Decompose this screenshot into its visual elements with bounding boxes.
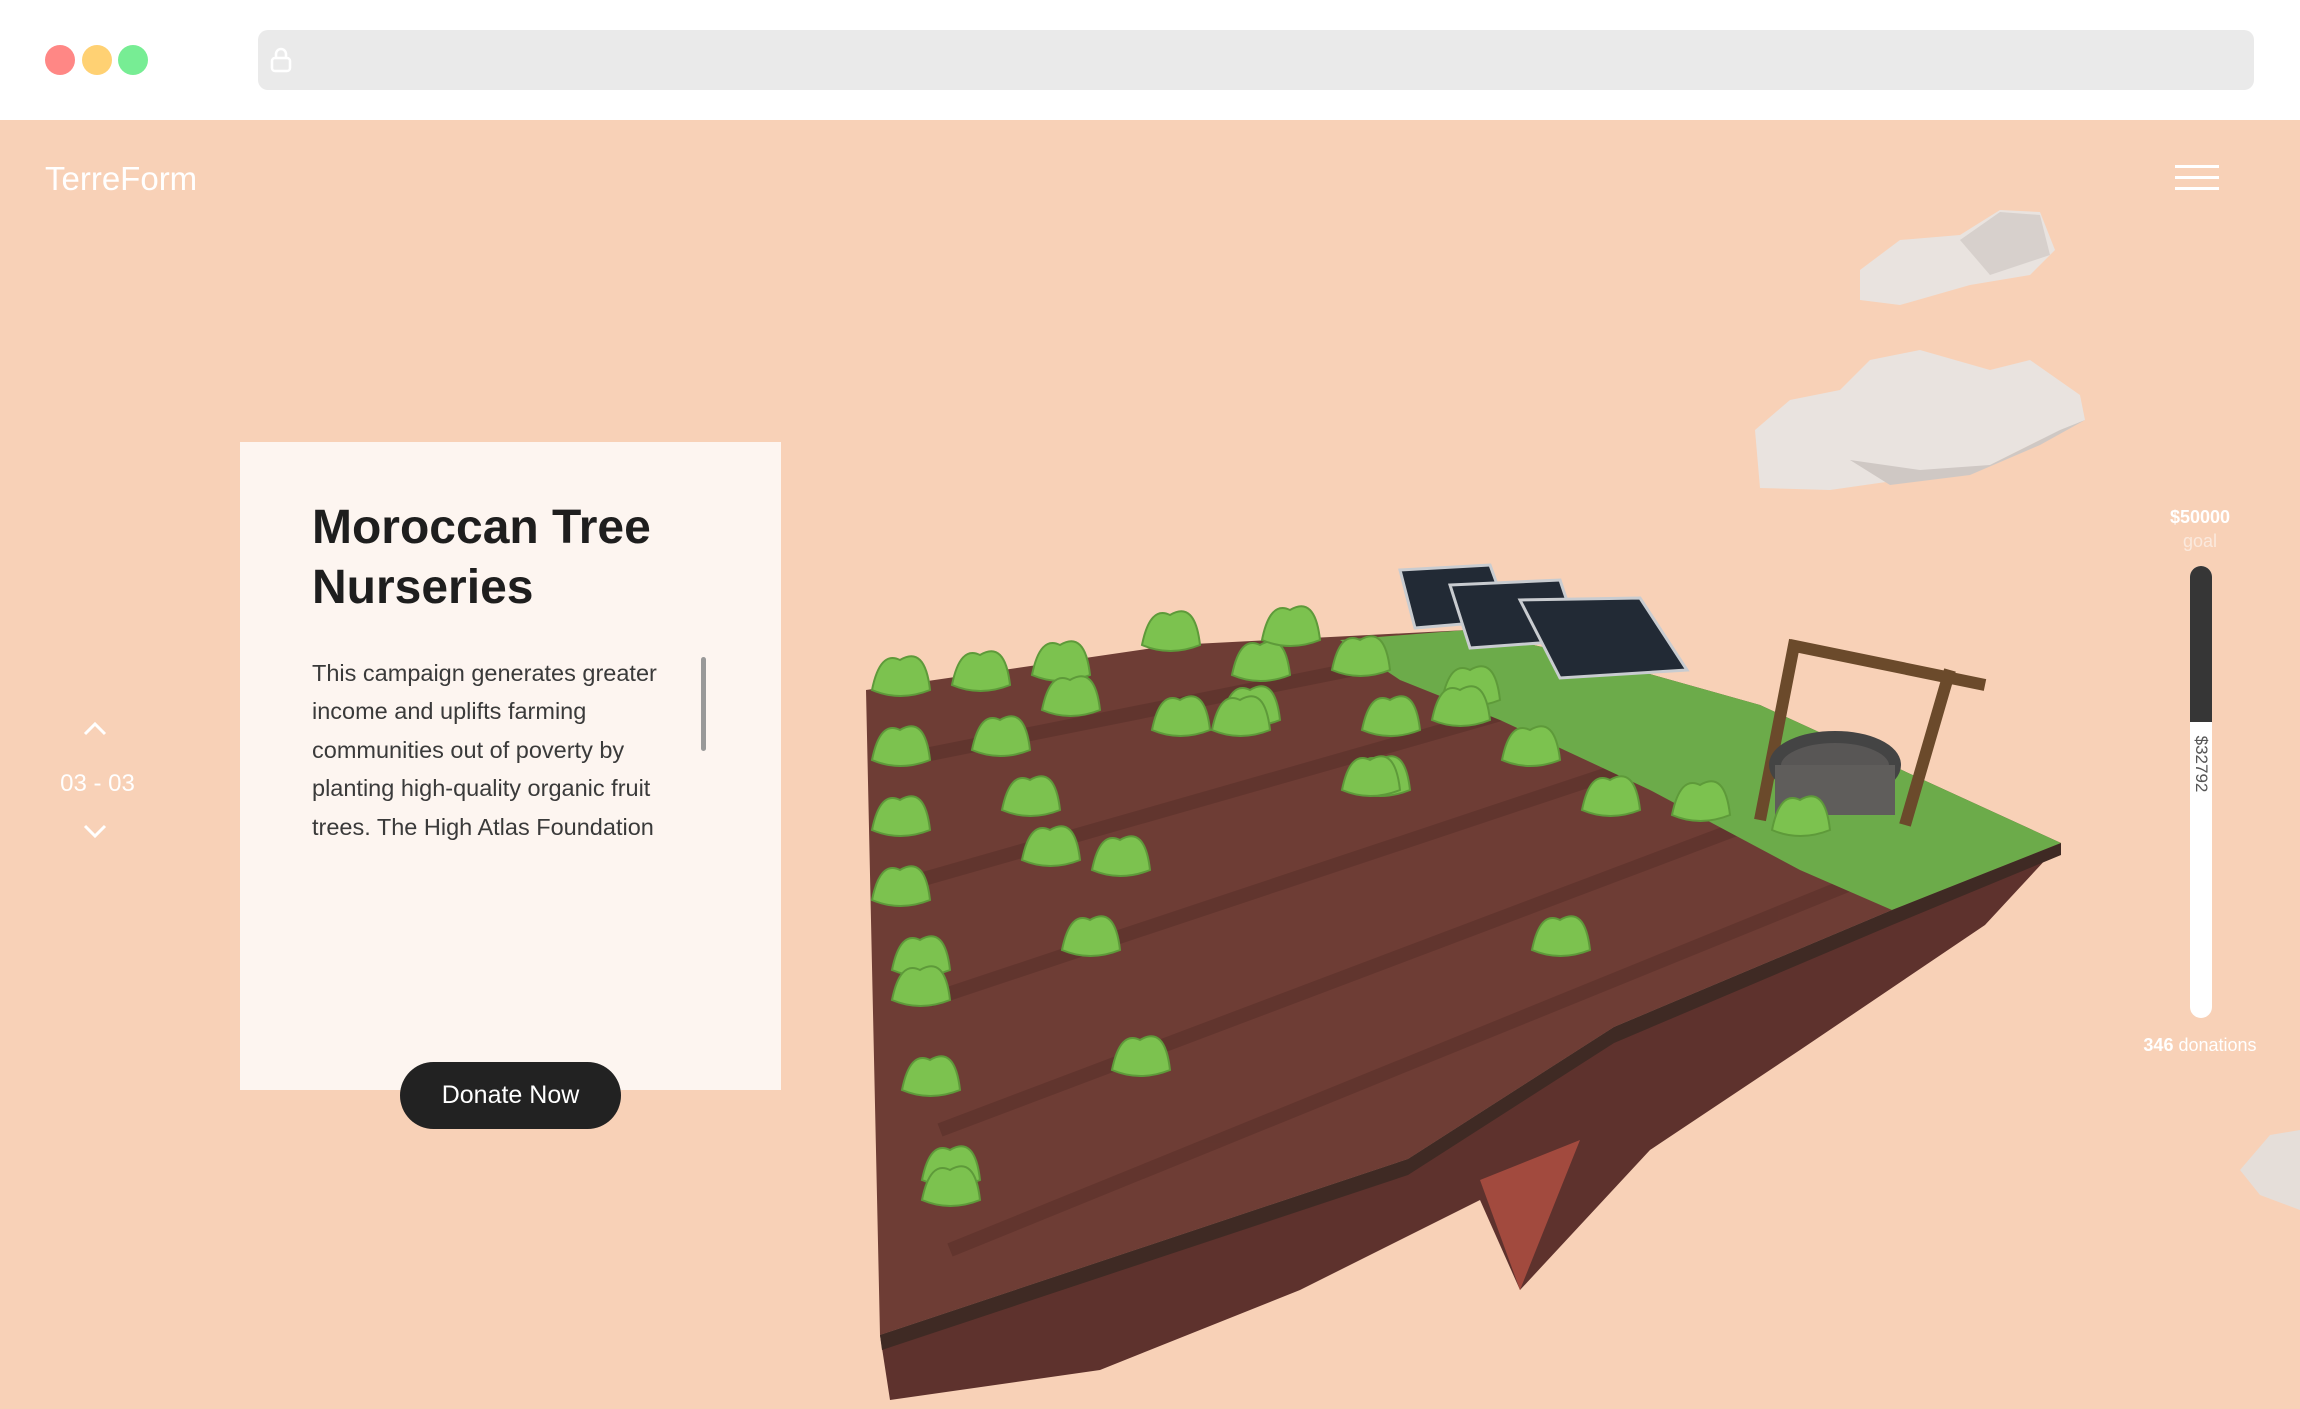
cloud-large	[1755, 350, 2085, 490]
logo[interactable]: TerreForm	[45, 160, 197, 198]
donation-count-value: 346	[2143, 1035, 2174, 1055]
plant	[950, 650, 1012, 692]
plant	[1260, 605, 1322, 647]
plant	[870, 655, 932, 697]
lock-icon	[270, 47, 292, 73]
description-scrollbar[interactable]	[701, 657, 706, 751]
address-bar[interactable]	[258, 30, 2254, 90]
raised-amount: $32792	[2192, 735, 2211, 792]
remaining-portion	[2190, 566, 2212, 722]
cloud-small	[1860, 210, 2055, 305]
cloud-right	[2240, 1130, 2300, 1210]
goal-label: goal	[2182, 531, 2218, 551]
maximize-window-button[interactable]	[118, 45, 148, 75]
page: TerreForm 03 - 03 Moroccan Tree Nurserie…	[0, 120, 2300, 1409]
plant	[1140, 610, 1202, 652]
chevron-down-icon[interactable]	[82, 818, 108, 844]
plant	[1030, 640, 1092, 682]
campaign-title: Moroccan Tree Nurseries	[312, 501, 651, 614]
donation-count: 346 donations	[2120, 1035, 2280, 1056]
browser-chrome	[0, 0, 2300, 120]
funding-progress-bar: $32792	[2190, 566, 2212, 1018]
slide-counter: 03 - 03	[60, 770, 135, 797]
hamburger-icon[interactable]	[2175, 165, 2219, 191]
minimize-window-button[interactable]	[82, 45, 112, 75]
donation-count-label: donations	[2178, 1035, 2257, 1055]
chevron-up-icon[interactable]	[82, 716, 108, 742]
close-window-button[interactable]	[45, 45, 75, 75]
donate-now-button[interactable]: Donate Now	[400, 1062, 621, 1129]
goal-amount: $50000	[2169, 507, 2231, 527]
campaign-description: This campaign generates greater income a…	[312, 660, 657, 854]
campaign-card: Moroccan Tree Nurseries This campaign ge…	[240, 442, 781, 1129]
